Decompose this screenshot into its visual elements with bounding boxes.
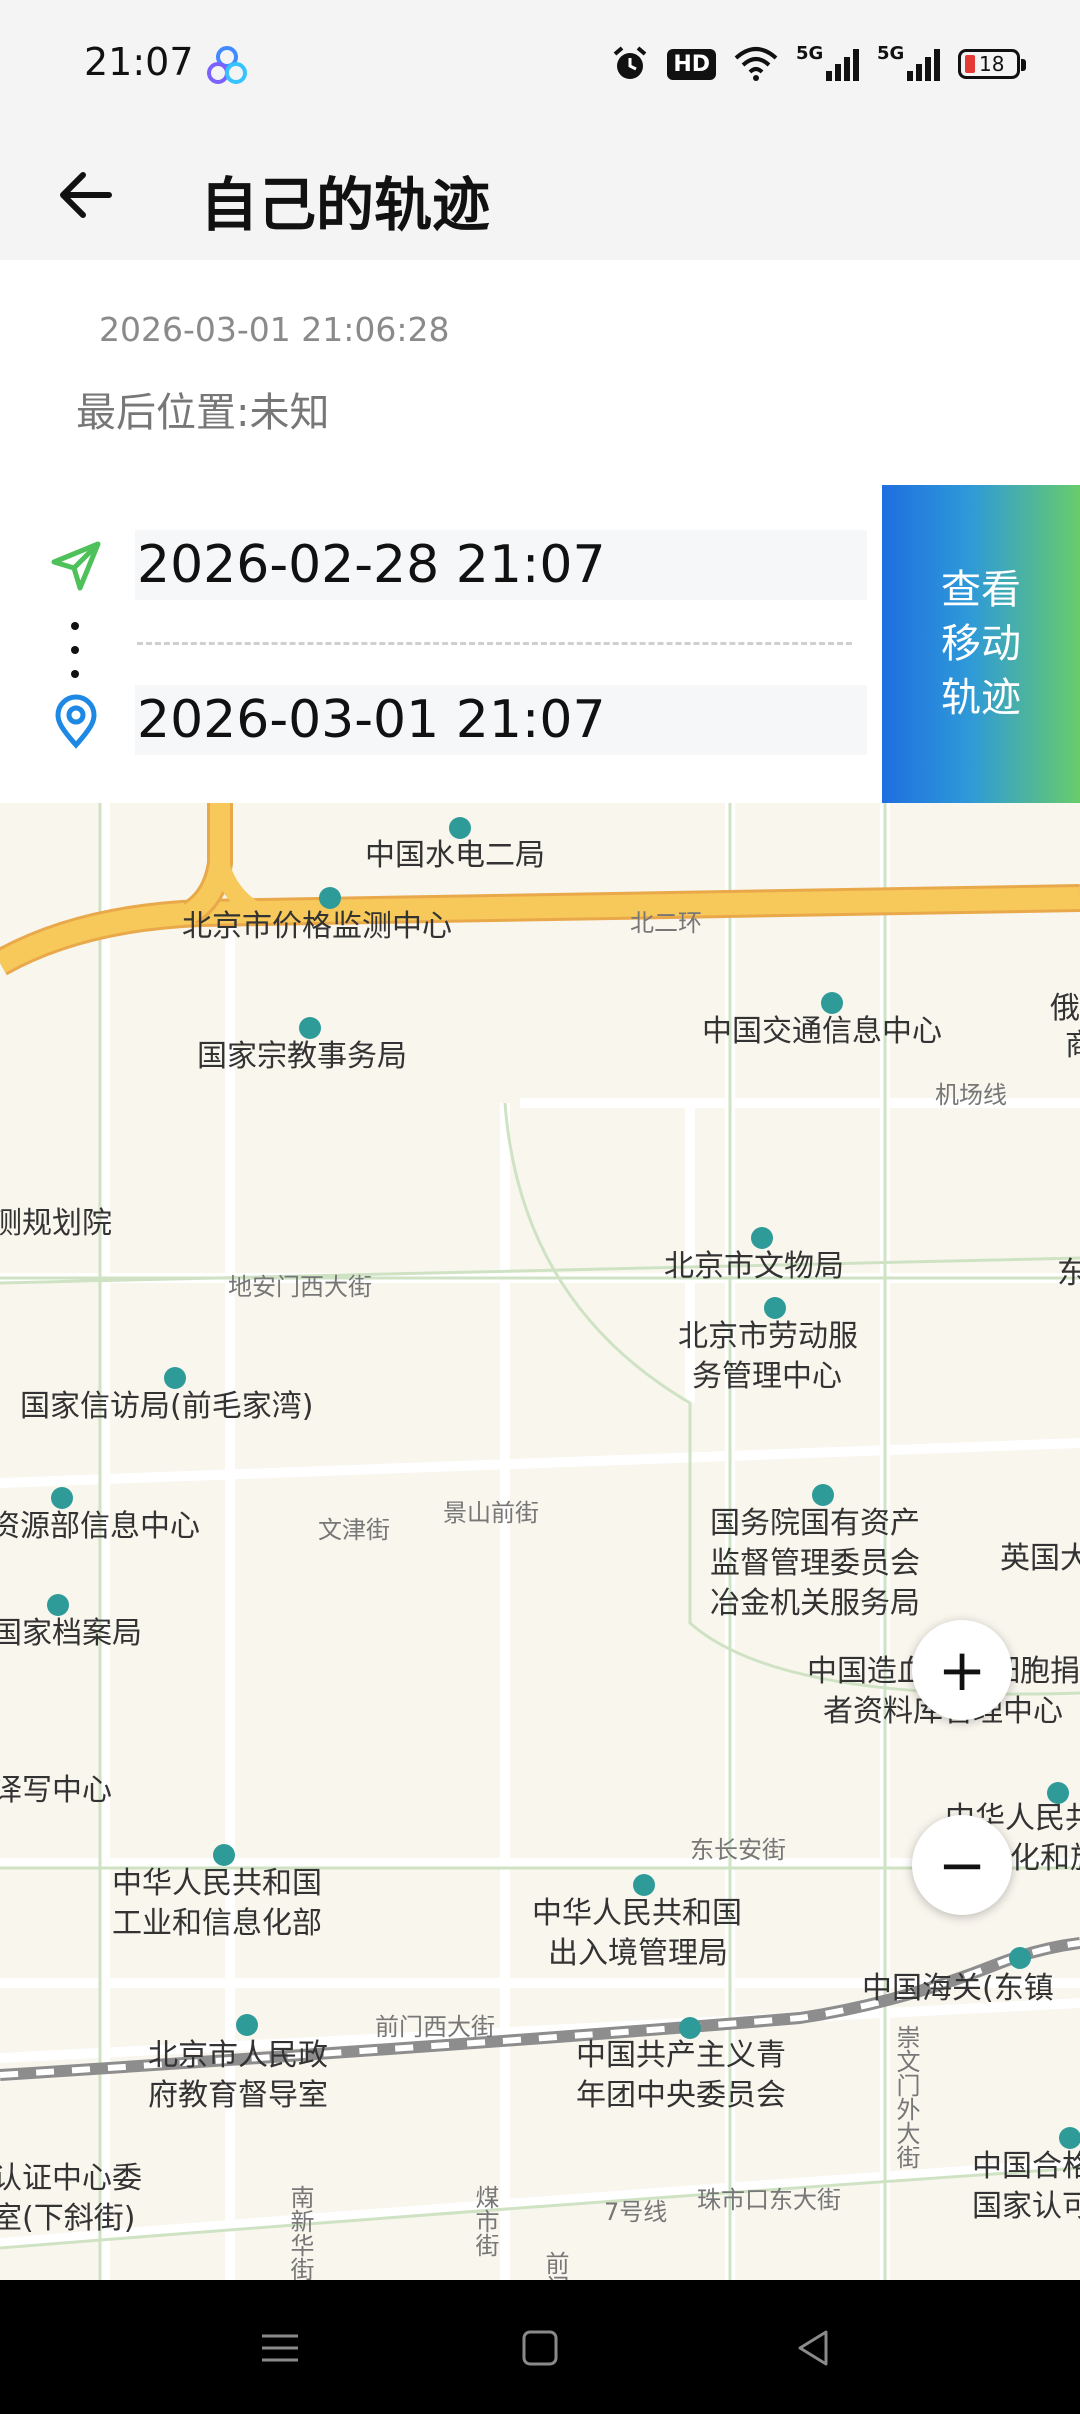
road-label: 7号线 bbox=[604, 2198, 667, 2226]
route-divider bbox=[137, 642, 852, 645]
status-bar: 21:07 HD 5G 5G 18 bbox=[0, 0, 1080, 130]
view-track-label-3: 轨迹 bbox=[941, 676, 1021, 720]
app-header: 自己的轨迹 bbox=[0, 130, 1080, 260]
poi-label: 译写中心 bbox=[0, 1773, 112, 1808]
road-label: 煤市街 bbox=[471, 2185, 499, 2257]
wifi-icon bbox=[734, 47, 778, 81]
start-time-field[interactable]: 2026-02-28 21:07 bbox=[135, 530, 867, 600]
road-label: 北二环 bbox=[630, 909, 702, 937]
poi-label: 国务院国有资产 bbox=[710, 1506, 920, 1541]
map-canvas[interactable]: 中国水电二局 北京市价格监测中心 国家宗教事务局 中国交通信息中心 北京市文物局… bbox=[0, 803, 1080, 2280]
road-label: 崇文门外大街 bbox=[892, 2025, 920, 2169]
poi-label: 监督管理委员会 bbox=[710, 1546, 920, 1581]
battery-icon: 18 bbox=[958, 49, 1026, 79]
zoom-out-button[interactable]: − bbox=[912, 1815, 1012, 1915]
view-track-label-1: 查看 bbox=[941, 568, 1021, 612]
poi-label: 英国大 bbox=[1000, 1541, 1080, 1576]
signal-icon: 5G bbox=[877, 43, 940, 81]
road-label: 东长安街 bbox=[690, 1836, 786, 1864]
zoom-in-button[interactable]: + bbox=[912, 1620, 1012, 1720]
navigation-arrow-icon bbox=[51, 541, 101, 591]
poi-label: 国家档案局 bbox=[0, 1616, 142, 1651]
poi-label: 中国合格 bbox=[972, 2149, 1080, 2184]
road-label: 文津街 bbox=[318, 1516, 390, 1544]
poi-label: 工业和信息化部 bbox=[112, 1906, 322, 1941]
poi-label: 商 bbox=[1065, 1028, 1080, 1063]
page-title: 自己的轨迹 bbox=[200, 171, 491, 239]
location-pin-icon bbox=[55, 694, 97, 749]
poi-label: 资源部信息中心 bbox=[0, 1509, 200, 1544]
signal-icon: 5G bbox=[796, 43, 859, 81]
road-label: 前门 bbox=[541, 2251, 569, 2280]
system-nav-bar bbox=[0, 2280, 1080, 2414]
last-position: 最后位置:未知 bbox=[76, 390, 330, 436]
poi-label: 室(下斜街) bbox=[0, 2201, 135, 2236]
poi-label: 中华人民共和国 bbox=[112, 1866, 322, 1901]
poi-label: 务管理中心 bbox=[692, 1359, 842, 1394]
poi-label: 中国海关(东镇 bbox=[862, 1971, 1054, 2006]
view-track-button[interactable]: 查看 移动 轨迹 bbox=[882, 485, 1080, 803]
road-label: 珠市口东大街 bbox=[697, 2186, 841, 2214]
poi-label: 府教育督导室 bbox=[148, 2078, 328, 2113]
poi-label: 中国交通信息中心 bbox=[702, 1014, 942, 1049]
poi-label: 国家认可 bbox=[972, 2189, 1080, 2224]
status-icons: HD 5G 5G 18 bbox=[611, 42, 1026, 86]
road-label: 前门西大街 bbox=[375, 2013, 495, 2041]
alarm-icon bbox=[614, 46, 647, 79]
back-triangle-icon[interactable] bbox=[786, 2320, 842, 2376]
road-label: 南新华街 bbox=[286, 2185, 314, 2280]
menu-icon[interactable] bbox=[252, 2320, 308, 2376]
poi-label: 测规划院 bbox=[0, 1206, 112, 1241]
poi-label: 国家宗教事务局 bbox=[197, 1039, 407, 1074]
poi-label: 北京市文物局 bbox=[664, 1249, 844, 1284]
end-time-field[interactable]: 2026-03-01 21:07 bbox=[135, 685, 867, 755]
battery-level: 18 bbox=[979, 52, 1005, 76]
poi-label: 中华人民共和国 bbox=[532, 1896, 742, 1931]
road-label: 机场线 bbox=[935, 1081, 1007, 1109]
poi-label: 国家信访局(前毛家湾) bbox=[20, 1389, 313, 1424]
map-view[interactable]: 中国水电二局 北京市价格监测中心 国家宗教事务局 中国交通信息中心 北京市文物局… bbox=[0, 803, 1080, 2280]
app-clover-icon bbox=[207, 46, 247, 84]
poi-label: 俄 bbox=[1050, 991, 1080, 1026]
status-time: 21:07 bbox=[84, 40, 194, 84]
arrow-left-icon bbox=[60, 172, 112, 218]
poi-label: 出入境管理局 bbox=[548, 1936, 728, 1971]
home-icon[interactable] bbox=[512, 2320, 568, 2376]
poi-label: 认证中心委 bbox=[0, 2161, 142, 2196]
track-info-card: 2026-03-01 21:06:28 最后位置:未知 2026-02-28 2… bbox=[0, 260, 1080, 803]
poi-label: 冶金机关服务局 bbox=[710, 1586, 920, 1621]
hd-icon: HD bbox=[667, 48, 716, 80]
last-update-timestamp: 2026-03-01 21:06:28 bbox=[99, 310, 450, 349]
road-label: 地安门西大街 bbox=[228, 1273, 372, 1301]
poi-label: 化和旅 bbox=[1010, 1841, 1080, 1876]
start-time-row: 2026-02-28 21:07 bbox=[0, 530, 880, 600]
poi-label: 北京市劳动服 bbox=[678, 1319, 858, 1354]
route-dots-icon bbox=[71, 622, 79, 678]
end-time-row: 2026-03-01 21:07 bbox=[0, 685, 880, 755]
road-label: 景山前街 bbox=[443, 1499, 539, 1527]
poi-label: 北京市价格监测中心 bbox=[182, 909, 452, 944]
poi-label: 中国共产主义青 bbox=[576, 2038, 786, 2073]
poi-label: 中国水电二局 bbox=[365, 838, 545, 873]
poi-label: 中国造血 bbox=[807, 1654, 927, 1689]
view-track-label-2: 移动 bbox=[941, 622, 1021, 666]
poi-label: 北京市人民政 bbox=[148, 2038, 328, 2073]
poi-label: 年团中央委员会 bbox=[576, 2078, 786, 2113]
poi-label: 东 bbox=[1057, 1256, 1080, 1291]
back-button[interactable] bbox=[50, 160, 120, 230]
